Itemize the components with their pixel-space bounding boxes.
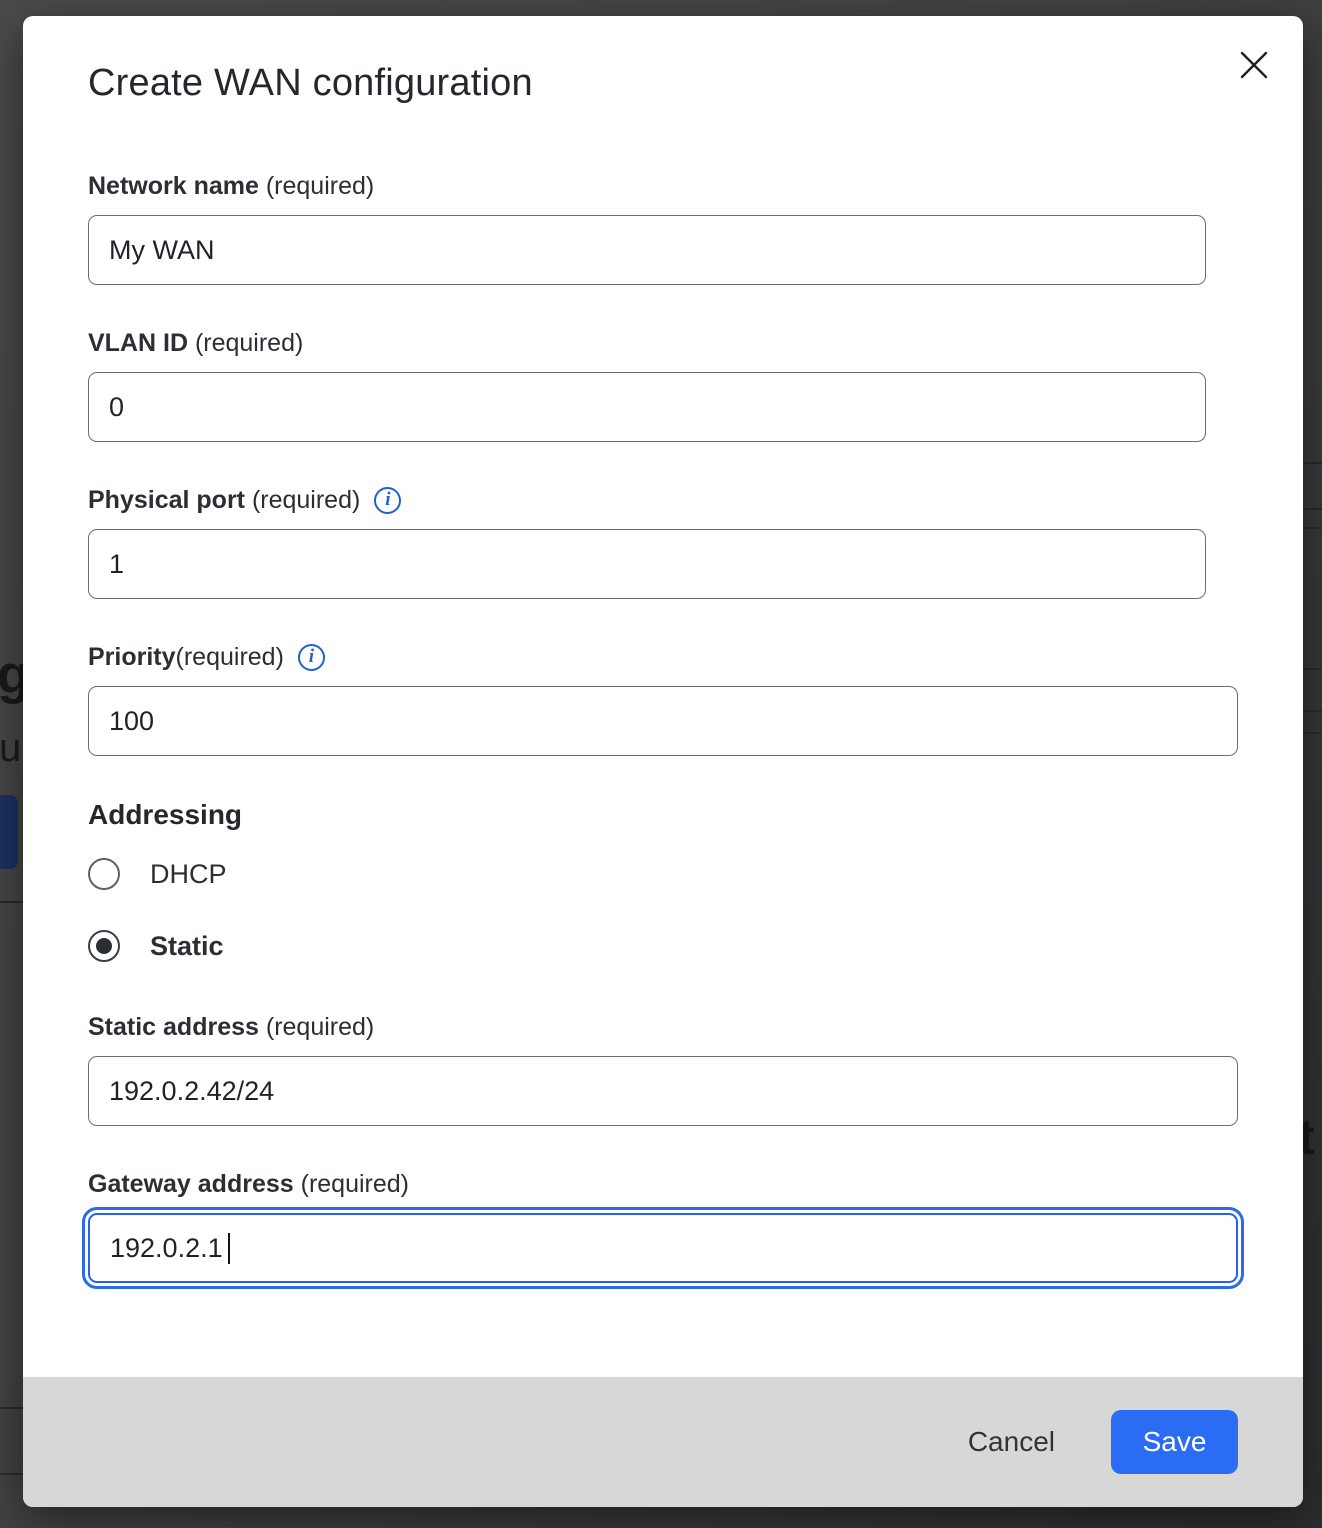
background-divider <box>1303 462 1322 464</box>
field-physical-port: Physical port (required) i <box>88 484 1238 599</box>
vlan-id-label: VLAN ID (required) <box>88 327 1238 359</box>
radio-option-static[interactable]: Static <box>88 930 1238 962</box>
backdrop-left-strip: g u <box>0 0 23 1528</box>
radio-dot <box>96 938 112 954</box>
radio-circle-selected[interactable] <box>88 930 120 962</box>
vlan-id-input[interactable] <box>88 372 1206 442</box>
priority-label: Priority(required) i <box>88 641 1238 673</box>
save-button[interactable]: Save <box>1111 1410 1238 1474</box>
cancel-button[interactable]: Cancel <box>964 1418 1059 1466</box>
gateway-address-input[interactable] <box>88 1213 1238 1283</box>
close-button[interactable] <box>1231 42 1277 88</box>
info-icon[interactable]: i <box>374 487 401 514</box>
background-divider <box>0 901 23 903</box>
close-icon <box>1240 51 1268 79</box>
dialog-title: Create WAN configuration <box>88 60 1238 106</box>
background-text-fragment: t <box>1303 1108 1315 1166</box>
background-divider <box>1303 508 1322 510</box>
network-name-label: Network name (required) <box>88 170 1238 202</box>
gateway-input-wrap <box>88 1213 1238 1283</box>
dialog-footer: Cancel Save <box>23 1377 1303 1507</box>
gateway-address-label: Gateway address (required) <box>88 1168 1238 1200</box>
field-gateway-address: Gateway address (required) <box>88 1168 1238 1283</box>
field-vlan-id: VLAN ID (required) <box>88 327 1238 442</box>
info-icon[interactable]: i <box>298 644 325 671</box>
background-divider <box>0 1407 23 1409</box>
physical-port-label: Physical port (required) i <box>88 484 1238 516</box>
priority-input[interactable] <box>88 686 1238 756</box>
background-divider <box>1303 710 1322 712</box>
radio-option-dhcp[interactable]: DHCP <box>88 858 1238 890</box>
background-divider <box>1303 668 1322 670</box>
static-address-label: Static address (required) <box>88 1011 1238 1043</box>
background-divider <box>1303 527 1322 529</box>
field-priority: Priority(required) i <box>88 641 1238 756</box>
background-divider <box>0 1473 23 1475</box>
static-address-input[interactable] <box>88 1056 1238 1126</box>
addressing-heading: Addressing <box>88 798 1238 832</box>
dialog-body: Create WAN configuration Network name (r… <box>23 16 1303 1377</box>
background-text-fragment: u <box>0 726 21 771</box>
radio-label-dhcp: DHCP <box>150 859 227 890</box>
screen: g u t Create WAN configuration N <box>0 0 1322 1528</box>
physical-port-input[interactable] <box>88 529 1206 599</box>
field-static-address: Static address (required) <box>88 1011 1238 1126</box>
field-network-name: Network name (required) <box>88 170 1238 285</box>
radio-label-static: Static <box>150 931 224 962</box>
background-blue-block <box>0 795 18 869</box>
network-name-input[interactable] <box>88 215 1206 285</box>
radio-circle-unselected[interactable] <box>88 858 120 890</box>
background-text-fragment: g <box>0 644 23 706</box>
background-divider <box>1303 732 1322 734</box>
create-wan-configuration-dialog: Create WAN configuration Network name (r… <box>23 16 1303 1507</box>
backdrop-right-strip: t <box>1303 0 1322 1528</box>
